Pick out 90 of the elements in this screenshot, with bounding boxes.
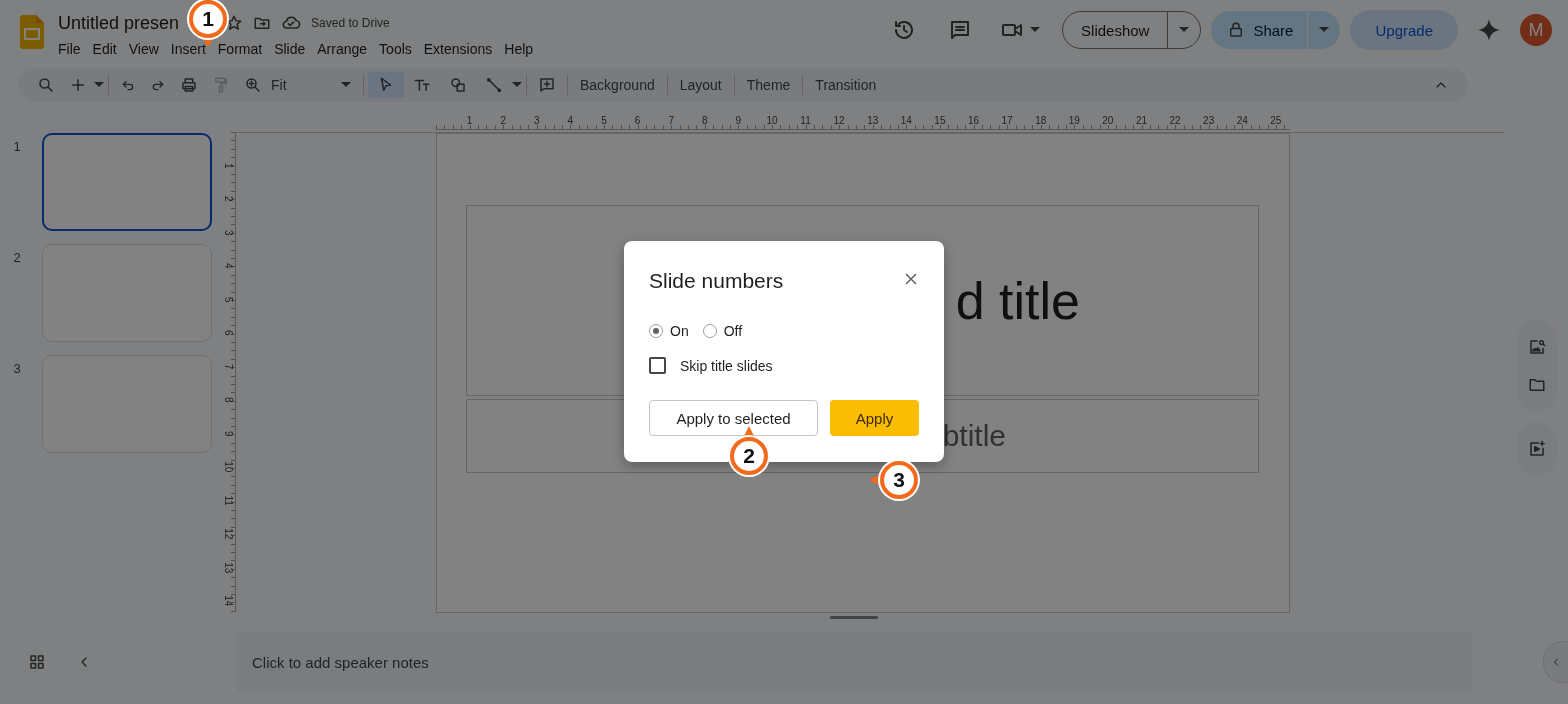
video-sparkle-icon[interactable] [1527,440,1546,458]
speaker-notes-field[interactable]: Click to add speaker notes [236,631,1472,693]
dialog-title: Slide numbers [649,269,784,293]
plus-icon[interactable] [69,76,87,94]
menu-item[interactable]: Help [498,41,540,57]
caret-icon[interactable] [1319,27,1330,33]
ruler-number: 5 [222,295,235,305]
ruler-number: 10 [222,460,235,474]
ruler-number: 4 [566,116,575,128]
radio-label[interactable]: On [670,323,689,339]
checkbox[interactable] [649,357,666,374]
ruler-number: 25 [1269,116,1283,128]
menu-item[interactable]: Extensions [417,41,499,57]
sparkle-icon[interactable] [1478,19,1500,41]
slide-number: 1 [12,138,22,156]
caret-icon[interactable] [94,82,104,88]
zoom-dropdown[interactable]: Fit [271,77,351,93]
toolbar-button[interactable]: Theme [738,77,799,93]
grid-view-icon[interactable] [28,653,46,671]
ruler-number: 9 [734,116,743,128]
menu-item[interactable]: Slide [268,41,312,57]
ruler-number: 8 [222,396,235,405]
ruler-number: 23 [1202,116,1216,128]
caret-icon[interactable] [1179,27,1190,33]
line-icon[interactable] [485,76,503,94]
image-search-icon[interactable] [1527,338,1546,356]
toolbar-button[interactable]: Background [572,77,663,93]
ruler-number: 7 [222,362,235,372]
search-icon[interactable] [37,76,55,94]
ruler-number: 6 [222,329,235,338]
save-status: Saved to Drive [311,16,390,30]
close-icon[interactable] [905,273,917,285]
ruler-number: 15 [933,116,947,128]
caret-icon[interactable] [512,82,522,88]
ruler-number: 1 [222,161,235,171]
ruler-number: 17 [1000,116,1014,128]
menu-item[interactable]: Edit [86,41,123,57]
toolbar-button[interactable]: Layout [671,77,730,93]
ruler-number: 14 [222,594,235,608]
ruler-number: 7 [667,116,675,128]
folder-icon[interactable] [1527,376,1546,394]
apply-to-selected-button[interactable]: Apply to selected [649,400,818,436]
share-button[interactable]: Share [1211,11,1341,49]
ruler-number: 11 [222,494,235,507]
caret-icon[interactable] [1030,27,1041,33]
ruler-number: 3 [533,116,541,128]
ruler-number: 3 [222,228,235,238]
menu-item[interactable]: File [52,41,87,57]
ruler-number: 12 [832,116,846,128]
ruler-number: 18 [1034,116,1048,128]
ruler-number: 2 [499,116,507,128]
document-title[interactable]: Untitled presen [58,12,180,34]
zoom-caret-icon[interactable] [341,82,351,88]
ruler-number: 9 [222,429,235,439]
tool-button[interactable] [368,72,404,98]
resize-handle[interactable] [830,616,878,619]
comment-add-icon[interactable] [538,76,556,94]
ruler-number: 5 [600,116,608,128]
ruler-number: 1 [465,116,474,128]
menu-item[interactable]: Tools [373,41,418,57]
ruler-number: 24 [1235,116,1249,128]
ruler-number: 19 [1067,116,1081,128]
ruler-number: 2 [222,195,235,204]
shapes-icon[interactable] [449,76,467,94]
ruler-number: 20 [1101,116,1115,128]
ruler-number: 12 [222,527,235,541]
radio-label[interactable]: Off [723,323,743,339]
ruler-number: 16 [966,116,981,128]
ruler-number: 4 [222,262,235,271]
slide-number: 3 [12,360,22,378]
toolbar-button[interactable]: Transition [807,77,885,93]
slide-thumbnail[interactable] [42,133,212,231]
ruler-number: 11 [799,116,812,128]
menu-item[interactable]: Arrange [311,41,374,57]
ruler-number: 8 [700,116,709,128]
checkbox-label[interactable]: Skip title slides [680,357,773,374]
zoom-icon[interactable] [244,76,262,94]
ruler-number: 10 [765,116,779,128]
slide-number: 2 [12,249,22,267]
upgrade-button[interactable]: Upgrade [1350,10,1458,50]
ruler-number: 22 [1168,116,1182,128]
ruler-number: 21 [1134,116,1149,128]
ruler-number: 14 [899,116,913,128]
account-avatar[interactable]: M [1520,14,1552,46]
ruler-number: 13 [222,561,235,574]
print-icon[interactable] [180,76,198,94]
ruler-number: 13 [866,116,880,128]
apply-button[interactable]: Apply [830,400,919,436]
ruler-number: 6 [633,116,642,128]
menu-item[interactable]: View [122,41,165,57]
